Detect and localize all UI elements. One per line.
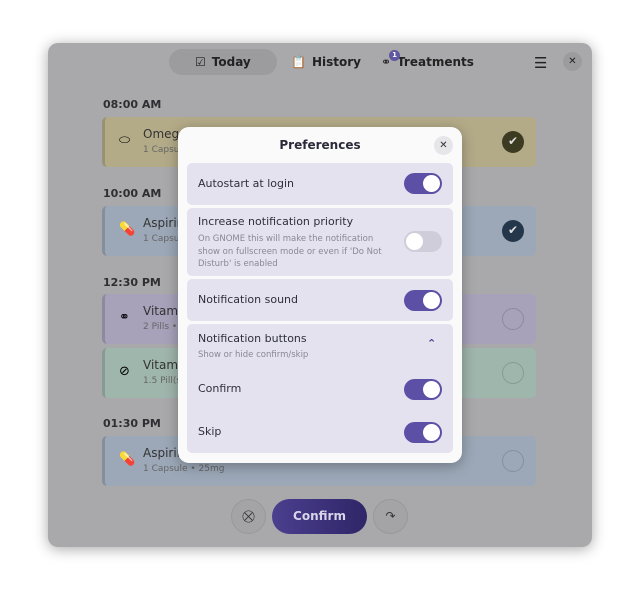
reschedule-button[interactable]: ↷ <box>373 499 408 534</box>
time-label: 10:00 AM <box>103 187 162 200</box>
window-close-button[interactable]: ✕ <box>563 52 582 71</box>
row-description: Show or hide confirm/skip <box>198 350 309 360</box>
tab-today[interactable]: ☑ Today <box>169 49 277 75</box>
chevron-up-icon[interactable]: ⌃ <box>427 337 436 350</box>
row-description: On GNOME this will make the notification… <box>198 234 382 270</box>
status-circle[interactable] <box>502 450 524 472</box>
dialog-title: Preferences <box>279 138 361 152</box>
row-label: Autostart at login <box>198 177 295 190</box>
pill-icon: 💊 <box>119 222 136 237</box>
autostart-row: Autostart at login <box>187 163 453 205</box>
skip-toggle[interactable] <box>404 422 442 443</box>
med-dose: 2 Pills • <box>143 322 178 332</box>
treatments-badge: 1 <box>389 50 400 61</box>
redo-icon: ↷ <box>385 509 396 523</box>
row-label: Confirm <box>198 382 242 395</box>
tab-label: History <box>311 55 361 69</box>
med-dose: 1 Capsule • 25mg <box>143 464 225 474</box>
row-label: Increase notification priority <box>198 215 354 228</box>
status-circle[interactable] <box>502 362 524 384</box>
pill-icon: 💊 <box>119 452 136 467</box>
preferences-dialog: Preferences ✕ Autostart at login Increas… <box>178 127 462 463</box>
pill-icon: ⚭ <box>119 310 130 325</box>
clipboard-icon: 📋 <box>291 55 306 69</box>
priority-row: Increase notification priority On GNOME … <box>187 208 453 276</box>
confirm-toggle[interactable] <box>404 379 442 400</box>
tab-label: Treatments <box>397 55 474 69</box>
notification-buttons-row[interactable]: Notification buttons Show or hide confir… <box>187 324 453 453</box>
row-label: Skip <box>198 425 222 438</box>
calendar-check-icon: ☑ <box>195 55 206 69</box>
med-dose: 1.5 Pill(s <box>143 376 182 386</box>
check-icon[interactable]: ✔ <box>502 131 524 153</box>
tablet-icon: ⊘ <box>119 364 130 379</box>
status-circle[interactable] <box>502 308 524 330</box>
time-label: 12:30 PM <box>103 276 161 289</box>
check-icon[interactable]: ✔ <box>502 220 524 242</box>
confirm-button[interactable]: Confirm <box>272 499 367 534</box>
skip-all-button[interactable]: ⛒ <box>231 499 266 534</box>
sound-row: Notification sound <box>187 279 453 321</box>
pills-icon: ⚭ 1 <box>381 50 400 69</box>
capsule-icon: ⬭ <box>119 133 131 148</box>
dialog-close-button[interactable]: ✕ <box>434 136 453 155</box>
row-label: Notification sound <box>198 293 298 306</box>
hamburger-menu-icon[interactable]: ☰ <box>534 54 547 72</box>
row-label: Notification buttons <box>198 332 307 345</box>
tab-label: Today <box>211 55 251 69</box>
autostart-toggle[interactable] <box>404 173 442 194</box>
sound-toggle[interactable] <box>404 290 442 311</box>
tab-treatments[interactable]: ⚭ 1 Treatments <box>381 49 474 75</box>
time-label: 08:00 AM <box>103 98 162 111</box>
time-label: 01:30 PM <box>103 417 161 430</box>
med-dose: 1 Capsul <box>143 234 182 244</box>
priority-toggle[interactable] <box>404 231 442 252</box>
tab-history[interactable]: 📋 History <box>291 49 361 75</box>
med-dose: 1 Capsul <box>143 145 182 155</box>
skip-icon: ⛒ <box>242 509 255 523</box>
